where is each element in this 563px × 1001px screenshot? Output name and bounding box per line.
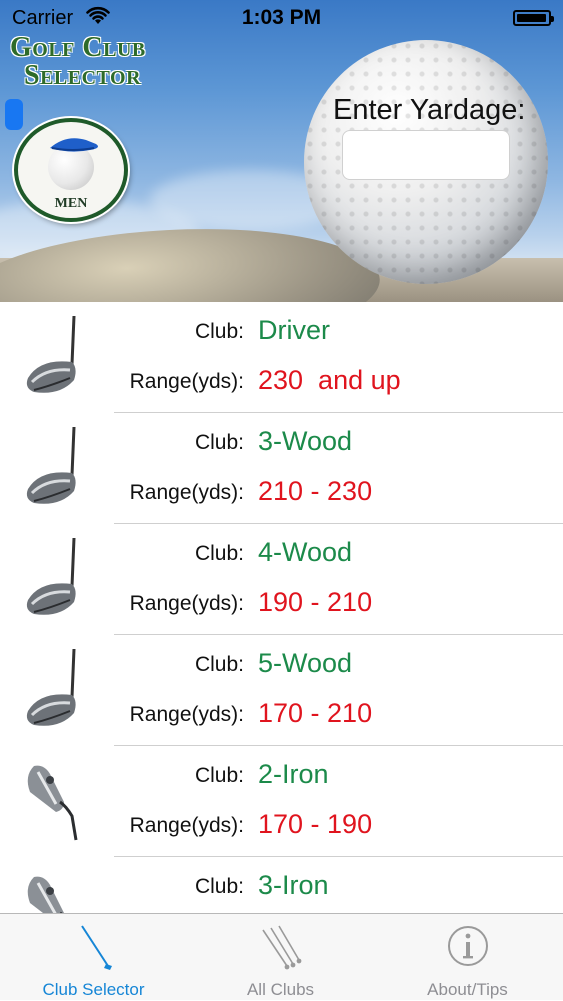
club-list[interactable]: Club: Driver Range(yds): 230 and up Club: 3-W… <box>0 302 563 913</box>
club-row[interactable]: Club: 3-Wood Range(yds): 210 - 230 <box>0 413 563 524</box>
range-label: Range(yds): <box>129 370 244 393</box>
yardage-input[interactable] <box>342 130 510 180</box>
tab-about-tips[interactable]: About/Tips <box>374 914 561 1001</box>
range-value: 210 - 230 <box>258 476 373 506</box>
range-label: Range(yds): <box>129 703 244 726</box>
club-name: 3-Wood <box>258 426 353 456</box>
tab-club-selector[interactable]: Club Selector <box>0 914 187 1001</box>
club-row[interactable]: Club: 2-Iron Range(yds): 170 - 190 <box>0 746 563 857</box>
clock: 1:03 PM <box>241 6 322 29</box>
club-name: Driver <box>258 315 330 345</box>
club-label: Club: <box>194 653 244 676</box>
club-name: 5-Wood <box>258 648 353 678</box>
iron-club-icon <box>20 867 90 913</box>
tab-all-clubs[interactable]: All Clubs <box>187 914 374 1001</box>
club-name: 4-Wood <box>258 537 353 567</box>
tab-label: About/Tips <box>427 980 508 999</box>
iron-club-icon <box>20 756 90 846</box>
single-club-icon <box>81 925 112 970</box>
visor-icon <box>50 138 98 152</box>
club-row[interactable]: Club: 3-Iron <box>0 857 563 913</box>
club-row[interactable]: Club: Driver Range(yds): 230 and up <box>0 302 563 413</box>
range-label: Range(yds): <box>129 814 244 837</box>
yardage-label: Enter Yardage: <box>333 94 526 126</box>
club-label: Club: <box>194 542 244 565</box>
range-value: 170 - 190 <box>258 809 373 839</box>
logo-line1: Golf Club <box>10 32 146 63</box>
status-bar: Carrier 1:03 PM <box>0 0 563 36</box>
club-label: Club: <box>194 431 244 454</box>
club-label: Club: <box>194 764 244 787</box>
gender-toggle-button[interactable]: MEN <box>14 118 128 222</box>
range-label: Range(yds): <box>129 592 244 615</box>
wood-club-icon <box>20 423 90 513</box>
logo-line2: Selector <box>24 60 142 91</box>
gender-label: MEN <box>54 196 88 211</box>
club-name: 3-Iron <box>258 870 329 900</box>
tab-label: Club Selector <box>42 980 145 999</box>
range-label: Range(yds): <box>129 481 244 504</box>
battery-level <box>517 14 546 22</box>
tab-bar: Club Selector All Clubs About/Tips <box>0 913 563 1000</box>
wood-club-icon <box>20 534 90 624</box>
wood-club-icon <box>20 312 90 402</box>
side-tab-handle[interactable] <box>5 99 23 130</box>
club-row[interactable]: Club: 5-Wood Range(yds): 170 - 210 <box>0 635 563 746</box>
club-label: Club: <box>194 320 244 343</box>
club-name: 2-Iron <box>258 759 329 789</box>
range-value: 190 - 210 <box>258 587 373 617</box>
battery-icon <box>513 10 554 26</box>
range-value: 170 - 210 <box>258 698 373 728</box>
club-row[interactable]: Club: 4-Wood Range(yds): 190 - 210 <box>0 524 563 635</box>
range-value: 230 and up <box>258 365 401 395</box>
club-label: Club: <box>194 875 244 898</box>
app-logo: Golf Club Selector <box>10 34 146 90</box>
club-set-icon <box>262 925 302 970</box>
wood-club-icon <box>20 645 90 735</box>
info-icon <box>448 926 488 966</box>
tab-label: All Clubs <box>246 980 315 999</box>
